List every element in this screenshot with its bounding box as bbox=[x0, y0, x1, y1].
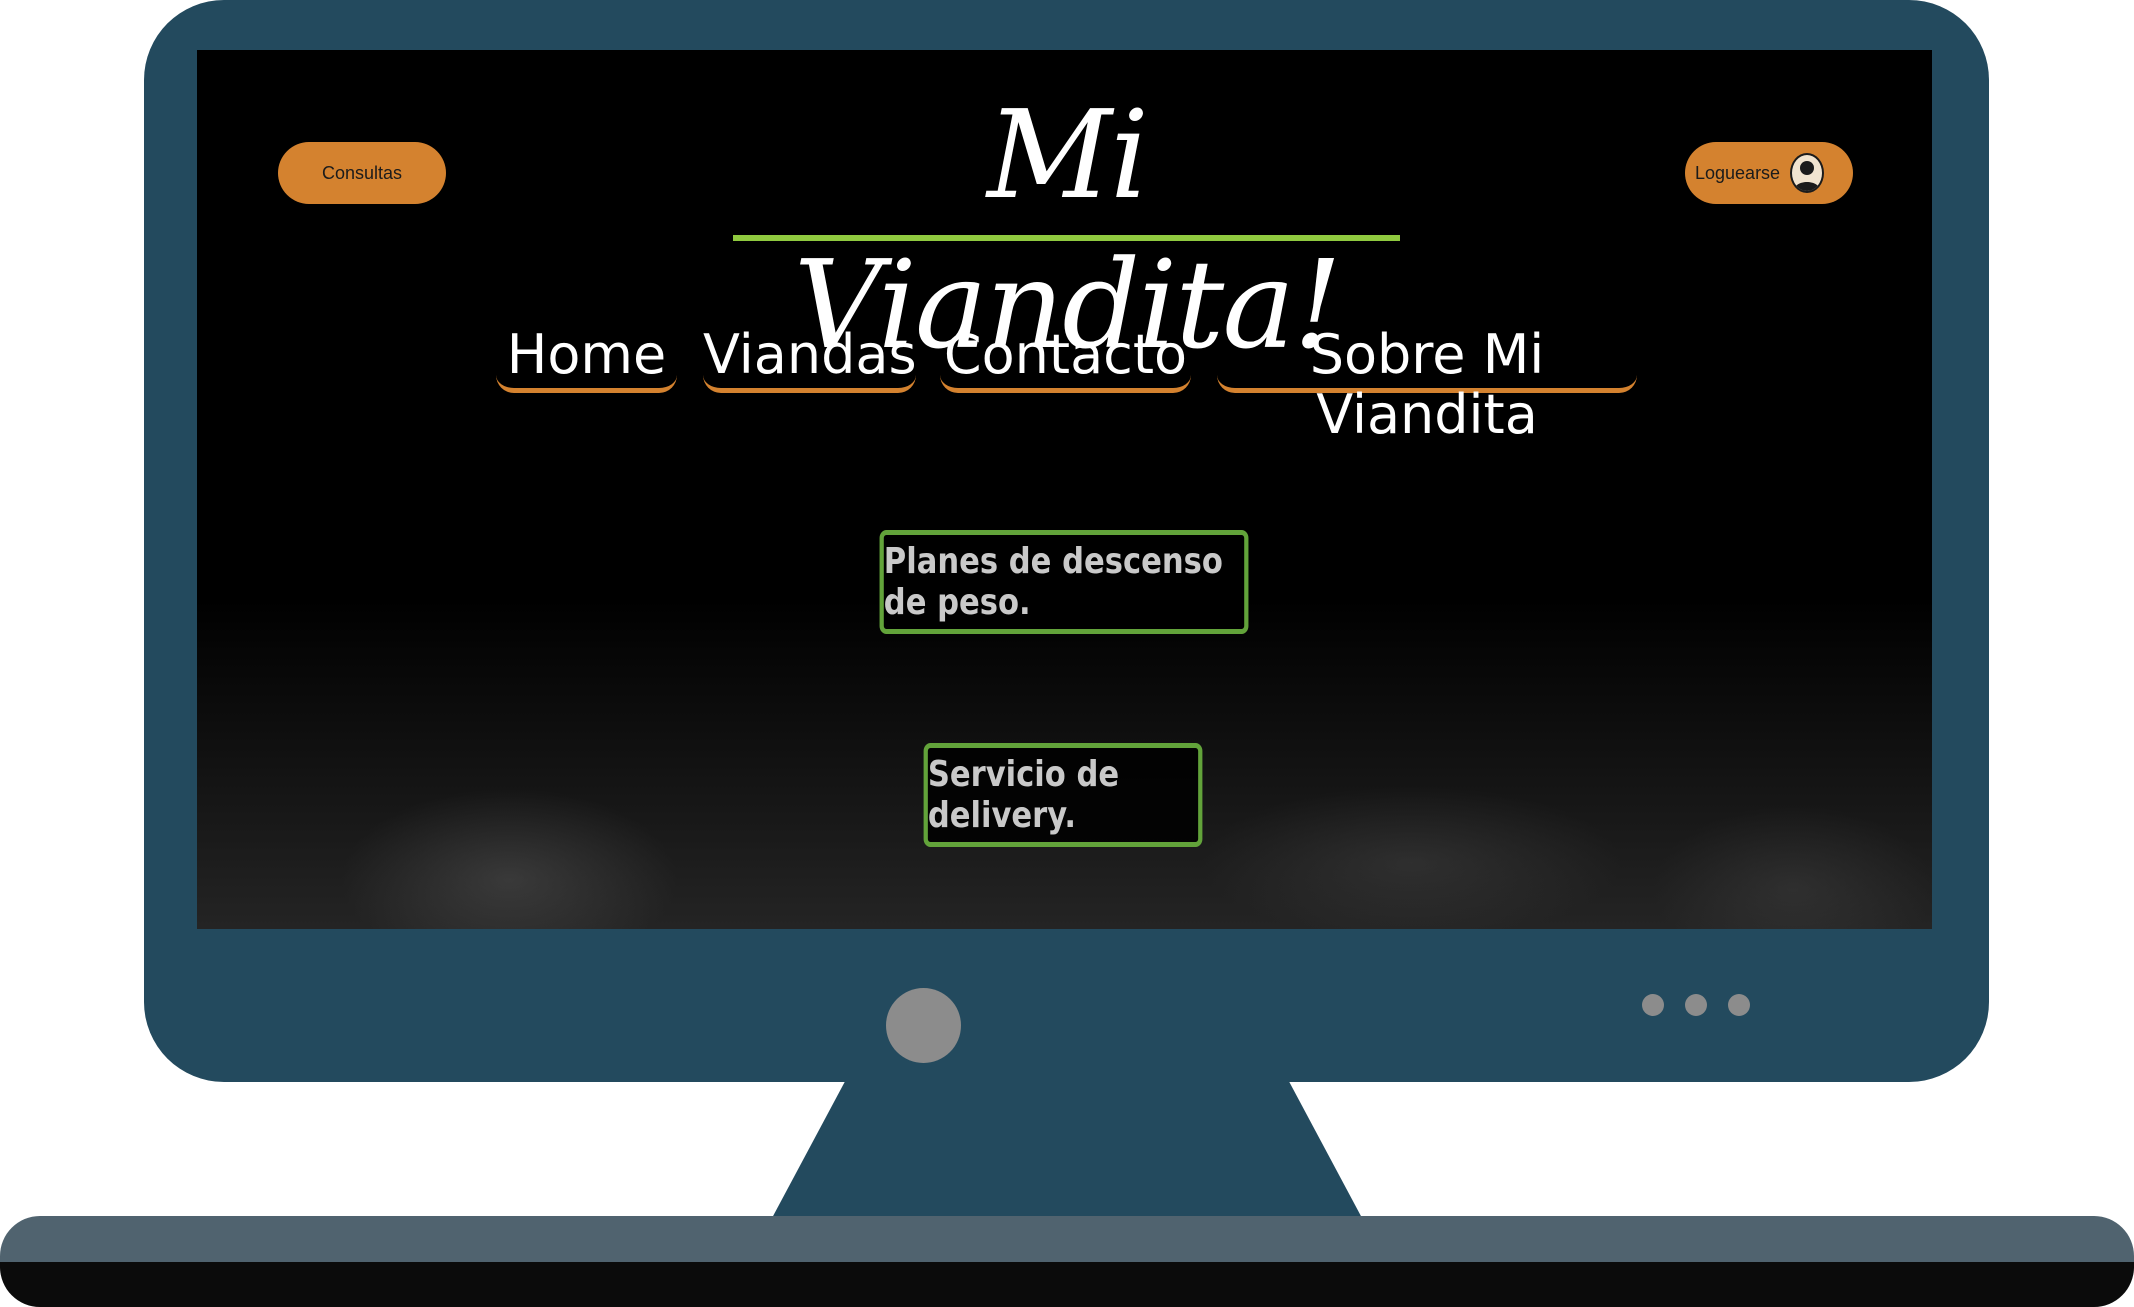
nav-item-contacto[interactable]: Contacto bbox=[940, 325, 1191, 393]
nav-item-home[interactable]: Home bbox=[496, 325, 677, 393]
login-button[interactable]: Loguearse bbox=[1685, 142, 1853, 204]
monitor-frame: Consultas Mi Viandita! Loguearse Home Vi… bbox=[144, 0, 1989, 1082]
consultas-button[interactable]: Consultas bbox=[278, 142, 446, 204]
monitor-base bbox=[0, 1216, 2134, 1264]
consultas-label: Consultas bbox=[321, 162, 403, 183]
feature-delivery-service[interactable]: Servicio de delivery. bbox=[923, 743, 1203, 847]
indicator-dot bbox=[1685, 994, 1707, 1016]
power-button bbox=[886, 988, 961, 1063]
nav-item-sobre[interactable]: Sobre Mi Viandita bbox=[1217, 325, 1637, 445]
main-nav: Home Viandas Contacto Sobre Mi Viandita bbox=[197, 325, 1932, 445]
monitor-base-shadow bbox=[0, 1262, 2134, 1307]
user-silhouette-icon bbox=[1790, 153, 1825, 193]
feature-weight-loss-plans[interactable]: Planes de descenso de peso. bbox=[879, 530, 1249, 634]
nav-item-viandas[interactable]: Viandas bbox=[703, 325, 917, 393]
website-screen: Consultas Mi Viandita! Loguearse Home Vi… bbox=[197, 50, 1932, 929]
indicator-dot bbox=[1642, 994, 1664, 1016]
login-label: Loguearse bbox=[1695, 162, 1781, 183]
indicator-dot bbox=[1728, 994, 1750, 1016]
monitor-stand bbox=[772, 1080, 1362, 1218]
logo-underline bbox=[733, 235, 1400, 241]
